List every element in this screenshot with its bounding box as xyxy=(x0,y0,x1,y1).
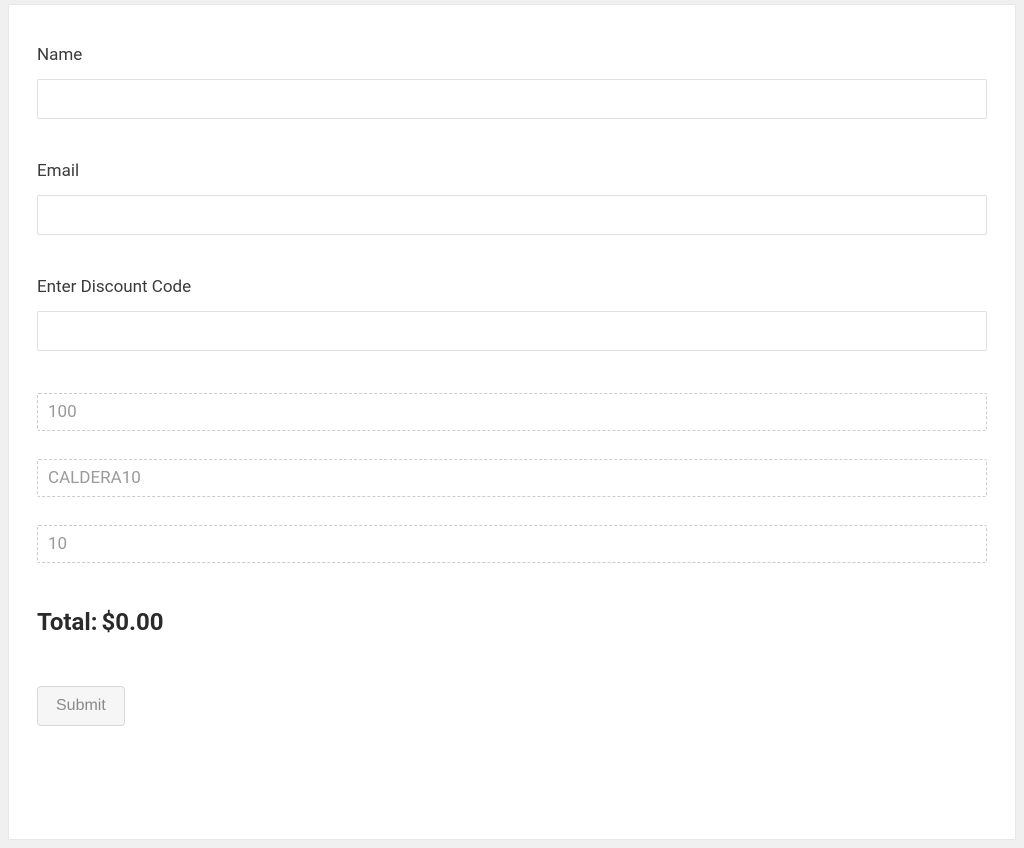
hidden-amount-field: 100 xyxy=(37,393,987,431)
total-label: Total: xyxy=(37,608,97,636)
hidden-code-field: CALDERA10 xyxy=(37,459,987,497)
submit-button[interactable]: Submit xyxy=(37,686,125,726)
discount-label: Enter Discount Code xyxy=(37,277,987,297)
email-label: Email xyxy=(37,161,987,181)
discount-field-group: Enter Discount Code xyxy=(37,277,987,351)
hidden-code-group: CALDERA10 xyxy=(37,459,987,497)
hidden-amount-group: 100 xyxy=(37,393,987,431)
discount-input[interactable] xyxy=(37,311,987,351)
email-input[interactable] xyxy=(37,195,987,235)
email-field-group: Email xyxy=(37,161,987,235)
name-label: Name xyxy=(37,45,987,65)
total-value: $0.00 xyxy=(101,608,163,636)
name-field-group: Name xyxy=(37,45,987,119)
total-section: Total: $0.00 xyxy=(37,608,987,636)
form-container: Name Email Enter Discount Code 100 CALDE… xyxy=(8,4,1016,840)
hidden-percent-field: 10 xyxy=(37,525,987,563)
name-input[interactable] xyxy=(37,79,987,119)
page-background: Name Email Enter Discount Code 100 CALDE… xyxy=(0,0,1024,848)
hidden-percent-group: 10 xyxy=(37,525,987,563)
